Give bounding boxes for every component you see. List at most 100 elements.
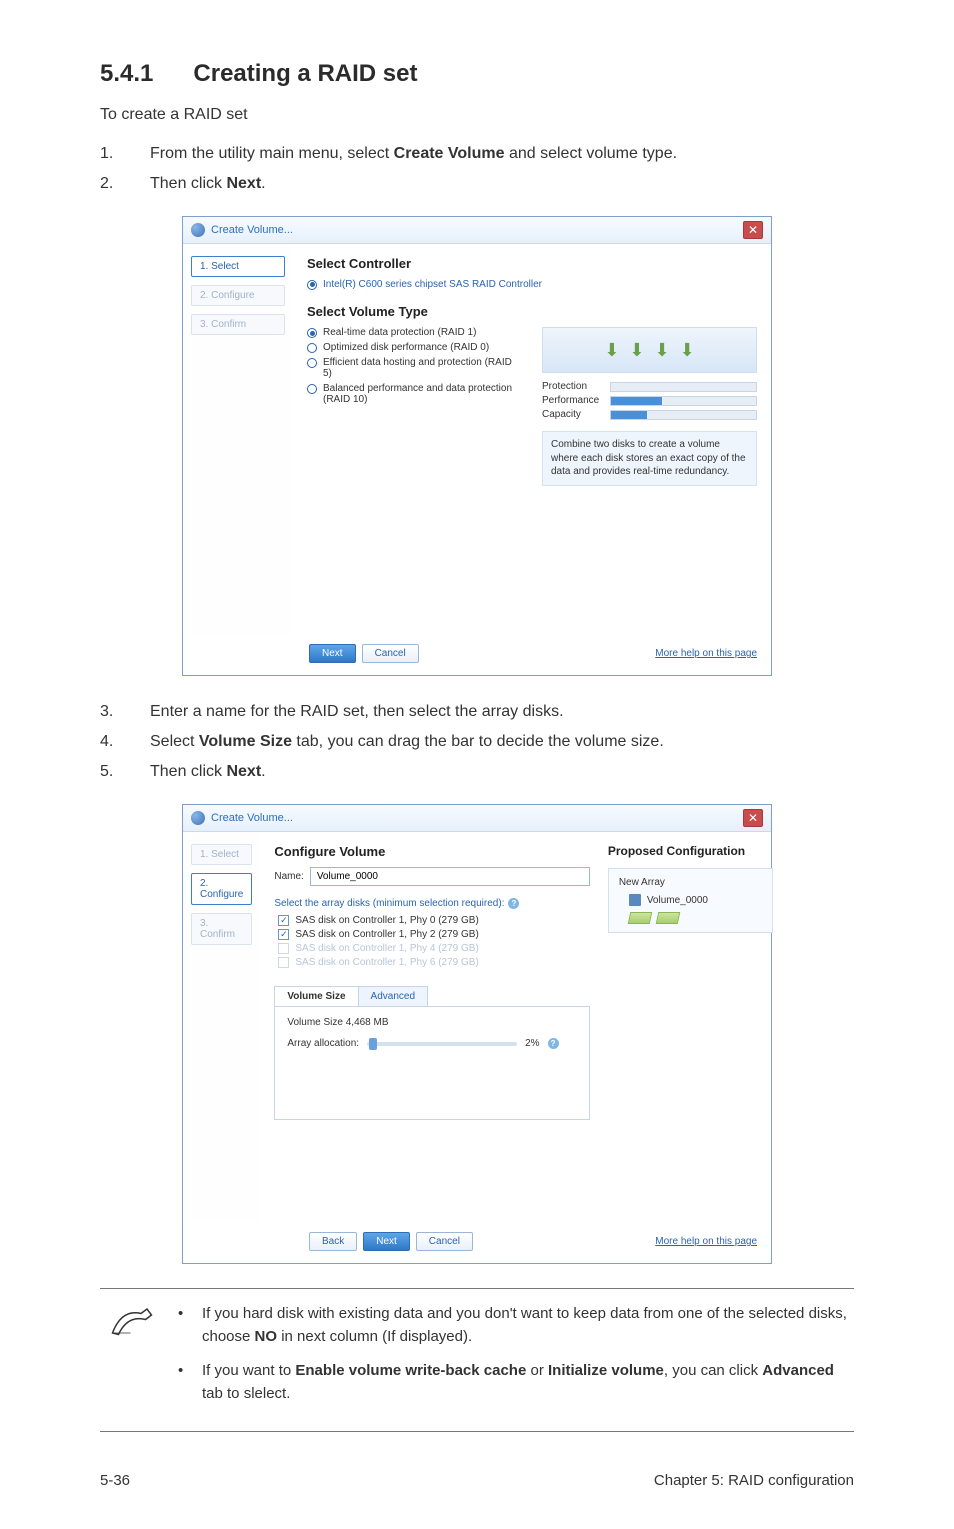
step-1-post: and select volume type. bbox=[505, 145, 678, 162]
bullet-icon: • bbox=[178, 1303, 188, 1348]
disk-option-2[interactable]: SAS disk on Controller 1, Phy 4 (279 GB) bbox=[274, 943, 589, 954]
cancel-button[interactable]: Cancel bbox=[362, 644, 419, 663]
name-label: Name: bbox=[274, 871, 303, 882]
step-4-number: 4. bbox=[100, 730, 150, 754]
controller-option[interactable]: Intel(R) C600 series chipset SAS RAID Co… bbox=[307, 279, 757, 290]
bullet-icon: • bbox=[178, 1360, 188, 1405]
capacity-bar bbox=[610, 410, 757, 420]
step-1-pre: From the utility main menu, select bbox=[150, 145, 394, 162]
steps-list-1: 1. From the utility main menu, select Cr… bbox=[100, 142, 854, 196]
checkbox-icon bbox=[278, 943, 289, 954]
step-2-number: 2. bbox=[100, 172, 150, 196]
n1p1: NO bbox=[255, 1328, 278, 1345]
allocation-slider[interactable] bbox=[367, 1042, 517, 1046]
radio-icon bbox=[307, 358, 317, 368]
help-link[interactable]: More help on this page bbox=[655, 648, 757, 659]
wizard-step-configure: 2. Configure bbox=[191, 285, 285, 306]
info-icon[interactable]: ? bbox=[548, 1038, 559, 1049]
disk-icon bbox=[656, 912, 681, 924]
volume-type-list: Real-time data protection (RAID 1) Optim… bbox=[307, 327, 522, 486]
step-1-bold: Create Volume bbox=[394, 145, 505, 162]
step-1: 1. From the utility main menu, select Cr… bbox=[100, 142, 854, 166]
arrow-down-icon: ⬇ bbox=[604, 340, 619, 361]
wizard-step-select[interactable]: 1. Select bbox=[191, 256, 285, 277]
close-button[interactable]: ✕ bbox=[743, 809, 763, 827]
protection-bar bbox=[610, 382, 757, 392]
next-button[interactable]: Next bbox=[363, 1232, 410, 1251]
raid-1-option[interactable]: Real-time data protection (RAID 1) bbox=[307, 327, 522, 338]
note-item-2: • If you want to Enable volume write-bac… bbox=[178, 1360, 850, 1405]
configure-volume-heading: Configure Volume bbox=[274, 844, 589, 859]
proposed-volume-name: Volume_0000 bbox=[647, 895, 708, 906]
select-volume-type-heading: Select Volume Type bbox=[307, 304, 757, 319]
step-2-text: Then click Next. bbox=[150, 172, 266, 196]
step-4-text: Select Volume Size tab, you can drag the… bbox=[150, 730, 664, 754]
note-block: • If you hard disk with existing data an… bbox=[100, 1288, 854, 1432]
step-5-post: . bbox=[261, 763, 265, 780]
dialog-title: Create Volume... bbox=[211, 224, 293, 236]
performance-bar bbox=[610, 396, 757, 406]
volume-size-tab[interactable]: Volume Size bbox=[274, 986, 358, 1006]
checkbox-icon bbox=[278, 957, 289, 968]
step-3-text: Enter a name for the RAID set, then sele… bbox=[150, 700, 564, 724]
n2p2: or bbox=[526, 1362, 548, 1379]
disk-icon bbox=[628, 912, 653, 924]
checkbox-icon: ✓ bbox=[278, 929, 289, 940]
create-volume-dialog-1: Create Volume... ✕ 1. Select 2. Configur… bbox=[182, 216, 772, 676]
step-4-bold: Volume Size bbox=[199, 733, 292, 750]
raid-description: Combine two disks to create a volume whe… bbox=[542, 431, 757, 486]
raid-1-label: Real-time data protection (RAID 1) bbox=[323, 327, 476, 338]
radio-icon bbox=[307, 343, 317, 353]
back-button[interactable]: Back bbox=[309, 1232, 357, 1251]
volume-name-input[interactable] bbox=[310, 867, 590, 886]
section-heading: 5.4.1 Creating a RAID set bbox=[100, 60, 854, 88]
wizard-steps: 1. Select 2. Configure 3. Confirm bbox=[183, 832, 260, 1222]
arrow-down-icon: ⬇ bbox=[680, 340, 695, 361]
raid-5-label: Efficient data hosting and protection (R… bbox=[323, 357, 522, 379]
select-disks-label: Select the array disks (minimum selectio… bbox=[274, 898, 504, 909]
n2p6: tab to slelect. bbox=[202, 1385, 290, 1402]
info-panel: ⬇ ⬇ ⬇ ⬇ Protection Performance bbox=[542, 327, 757, 486]
disk-option-0[interactable]: ✓ SAS disk on Controller 1, Phy 0 (279 G… bbox=[274, 915, 589, 926]
arrow-down-icon: ⬇ bbox=[629, 340, 644, 361]
proposed-config-heading: Proposed Configuration bbox=[608, 844, 773, 858]
new-array-label: New Array bbox=[619, 877, 762, 888]
protection-label: Protection bbox=[542, 381, 604, 392]
volume-size-value: Volume Size 4,468 MB bbox=[287, 1017, 576, 1028]
dialog-titlebar: Create Volume... ✕ bbox=[183, 217, 771, 244]
step-4-pre: Select bbox=[150, 733, 199, 750]
raid-10-option[interactable]: Balanced performance and data protection… bbox=[307, 383, 522, 405]
step-5-bold: Next bbox=[226, 763, 261, 780]
note-1-text: If you hard disk with existing data and … bbox=[202, 1303, 850, 1348]
intro-text: To create a RAID set bbox=[100, 106, 854, 124]
raid-5-option[interactable]: Efficient data hosting and protection (R… bbox=[307, 357, 522, 379]
raid-0-option[interactable]: Optimized disk performance (RAID 0) bbox=[307, 342, 522, 353]
allocation-label: Array allocation: bbox=[287, 1038, 359, 1049]
disk-2-label: SAS disk on Controller 1, Phy 4 (279 GB) bbox=[295, 943, 478, 954]
allocation-percent: 2% bbox=[525, 1038, 539, 1049]
disk-option-1[interactable]: ✓ SAS disk on Controller 1, Phy 2 (279 G… bbox=[274, 929, 589, 940]
step-5-pre: Then click bbox=[150, 763, 226, 780]
step-2: 2. Then click Next. bbox=[100, 172, 854, 196]
disk-option-3[interactable]: SAS disk on Controller 1, Phy 6 (279 GB) bbox=[274, 957, 589, 968]
wizard-step-configure[interactable]: 2. Configure bbox=[191, 873, 252, 905]
advanced-tab[interactable]: Advanced bbox=[358, 986, 428, 1006]
step-5-number: 5. bbox=[100, 760, 150, 784]
info-icon[interactable]: ? bbox=[508, 898, 519, 909]
step-4-post: tab, you can drag the bar to decide the … bbox=[292, 733, 664, 750]
disk-0-label: SAS disk on Controller 1, Phy 0 (279 GB) bbox=[295, 915, 478, 926]
step-4: 4. Select Volume Size tab, you can drag … bbox=[100, 730, 854, 754]
cancel-button[interactable]: Cancel bbox=[416, 1232, 473, 1251]
page-number: 5-36 bbox=[100, 1472, 130, 1489]
disk-3-label: SAS disk on Controller 1, Phy 6 (279 GB) bbox=[295, 957, 478, 968]
next-button[interactable]: Next bbox=[309, 644, 356, 663]
n2p0: If you want to bbox=[202, 1362, 295, 1379]
disk-1-label: SAS disk on Controller 1, Phy 2 (279 GB) bbox=[295, 929, 478, 940]
help-link[interactable]: More help on this page bbox=[655, 1236, 757, 1247]
raid-10-label: Balanced performance and data protection… bbox=[323, 383, 522, 405]
step-2-post: . bbox=[261, 175, 265, 192]
note-2-text: If you want to Enable volume write-back … bbox=[202, 1360, 850, 1405]
note-item-1: • If you hard disk with existing data an… bbox=[178, 1303, 850, 1348]
close-button[interactable]: ✕ bbox=[743, 221, 763, 239]
n2p3: Initialize volume bbox=[548, 1362, 664, 1379]
